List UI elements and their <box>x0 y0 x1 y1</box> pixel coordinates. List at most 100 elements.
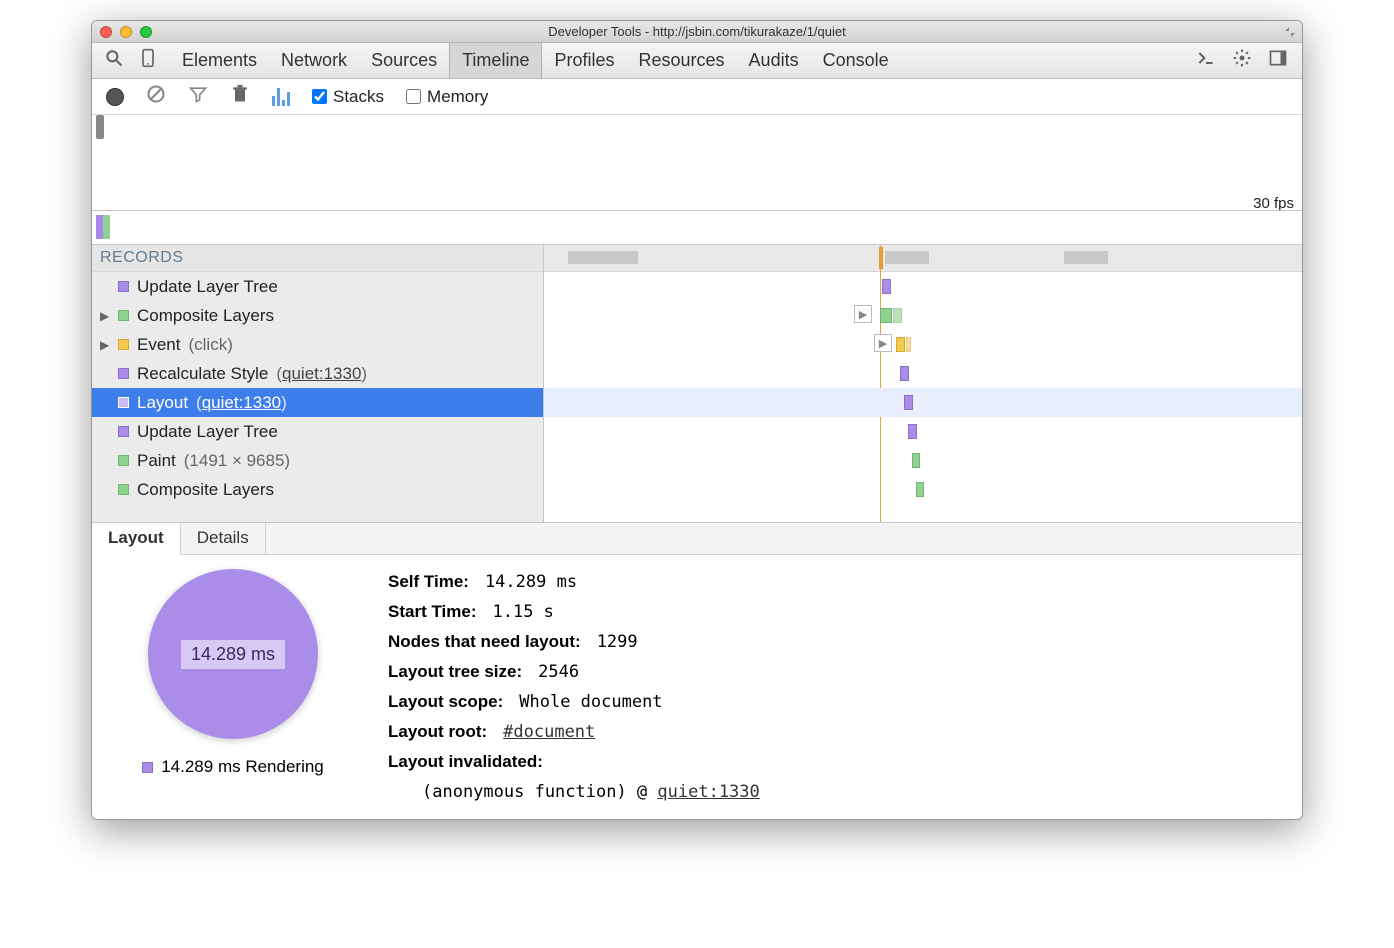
filter-icon[interactable] <box>188 84 208 109</box>
record-extra: (quiet:1330) <box>196 393 287 413</box>
timeline-overview[interactable]: 30 fps <box>92 115 1302 245</box>
detail-pane: Layout Details 14.289 ms 14.289 ms Rende… <box>92 523 1302 819</box>
detail-label: Start Time: <box>388 597 477 627</box>
console-drawer-icon[interactable] <box>1196 48 1216 73</box>
record-extra: (click) <box>188 335 232 355</box>
detail-value: 2546 <box>538 657 579 687</box>
layout-root-link[interactable]: #document <box>503 722 595 742</box>
record-label: Update Layer Tree <box>137 422 278 442</box>
tab-elements[interactable]: Elements <box>170 43 269 78</box>
detail-tab-details[interactable]: Details <box>181 523 266 554</box>
category-swatch <box>118 368 129 379</box>
detail-value: Whole document <box>519 687 662 717</box>
record-row[interactable]: Composite Layers <box>92 475 543 504</box>
pie-chart: 14.289 ms <box>148 569 318 739</box>
record-row[interactable]: Recalculate Style (quiet:1330) <box>92 359 543 388</box>
record-extra: (1491 × 9685) <box>184 451 290 471</box>
memory-label: Memory <box>427 87 488 107</box>
tab-timeline[interactable]: Timeline <box>449 43 542 78</box>
category-swatch <box>118 310 129 321</box>
tab-console[interactable]: Console <box>811 43 901 78</box>
category-swatch <box>118 339 129 350</box>
source-link[interactable]: quiet:1330 <box>202 393 281 412</box>
maximize-window-button[interactable] <box>140 26 152 38</box>
detail-value: 14.289 ms <box>485 567 577 597</box>
detail-value: 1299 <box>597 627 638 657</box>
main-tabs: Elements Network Sources Timeline Profil… <box>92 43 1302 79</box>
frames-view-icon[interactable] <box>272 88 290 106</box>
memory-checkbox[interactable]: Memory <box>406 87 488 107</box>
disclosure-icon[interactable]: ▶ <box>100 309 110 323</box>
memory-checkbox-input[interactable] <box>406 89 421 104</box>
expand-icon[interactable] <box>1284 26 1296 38</box>
tab-resources[interactable]: Resources <box>627 43 737 78</box>
search-icon[interactable] <box>104 48 124 73</box>
stacks-checkbox-input[interactable] <box>312 89 327 104</box>
detail-tabs: Layout Details <box>92 523 1302 555</box>
settings-gear-icon[interactable] <box>1232 48 1252 73</box>
source-link[interactable]: quiet:1330 <box>282 364 361 383</box>
pie-legend: 14.289 ms Rendering <box>142 757 324 777</box>
category-swatch <box>118 397 129 408</box>
timeline-chart[interactable]: ▶ ▶ <box>544 245 1302 522</box>
record-extra: (quiet:1330) <box>276 364 367 384</box>
category-swatch <box>118 484 129 495</box>
timeline-toolbar: Stacks Memory <box>92 79 1302 115</box>
tab-profiles[interactable]: Profiles <box>542 43 626 78</box>
titlebar: Developer Tools - http://jsbin.com/tikur… <box>92 21 1302 43</box>
tab-audits[interactable]: Audits <box>737 43 811 78</box>
invalidated-link[interactable]: quiet:1330 <box>657 782 759 802</box>
detail-value: (anonymous function) @ quiet:1330 <box>422 777 760 807</box>
pie-value: 14.289 ms <box>181 640 285 669</box>
record-label: Composite Layers <box>137 480 274 500</box>
timeline-ruler <box>544 245 1302 272</box>
record-label: Layout <box>137 393 188 413</box>
record-row[interactable]: Update Layer Tree <box>92 272 543 301</box>
traffic-lights <box>92 26 152 38</box>
record-row[interactable]: Update Layer Tree <box>92 417 543 446</box>
detail-label: Self Time: <box>388 567 469 597</box>
detail-label: Layout scope: <box>388 687 503 717</box>
record-row[interactable]: Paint (1491 × 9685) <box>92 446 543 475</box>
record-row[interactable]: ▶ Composite Layers <box>92 301 543 330</box>
devtools-window: Developer Tools - http://jsbin.com/tikur… <box>91 20 1303 820</box>
category-swatch <box>118 281 129 292</box>
detail-label: Layout tree size: <box>388 657 522 687</box>
expand-chevron-icon[interactable]: ▶ <box>854 305 872 323</box>
legend-swatch <box>142 762 153 773</box>
detail-tab-layout[interactable]: Layout <box>92 523 181 555</box>
record-row[interactable]: ▶ Event (click) <box>92 330 543 359</box>
record-button[interactable] <box>106 88 124 106</box>
record-label: Composite Layers <box>137 306 274 326</box>
record-label: Recalculate Style <box>137 364 268 384</box>
detail-value: 1.15 s <box>493 597 554 627</box>
records-list: RECORDS Update Layer Tree ▶ Composite La… <box>92 245 544 522</box>
tab-network[interactable]: Network <box>269 43 359 78</box>
stacks-checkbox[interactable]: Stacks <box>312 87 384 107</box>
disclosure-icon[interactable]: ▶ <box>100 338 110 352</box>
detail-label: Layout root: <box>388 717 487 747</box>
detail-value: #document <box>503 717 595 747</box>
detail-label: Nodes that need layout: <box>388 627 581 657</box>
window-title: Developer Tools - http://jsbin.com/tikur… <box>92 24 1302 39</box>
overview-marker[interactable] <box>96 115 104 139</box>
records-area: RECORDS Update Layer Tree ▶ Composite La… <box>92 245 1302 523</box>
garbage-icon[interactable] <box>230 84 250 109</box>
tab-sources[interactable]: Sources <box>359 43 449 78</box>
overview-bars <box>96 215 110 239</box>
record-label: Update Layer Tree <box>137 277 278 297</box>
detail-label: Layout invalidated: <box>388 747 543 777</box>
close-window-button[interactable] <box>100 26 112 38</box>
overview-divider <box>92 210 1302 211</box>
record-row-selected[interactable]: Layout (quiet:1330) <box>92 388 543 417</box>
minimize-window-button[interactable] <box>120 26 132 38</box>
category-swatch <box>118 426 129 437</box>
device-icon[interactable] <box>138 48 158 73</box>
clear-circle-icon[interactable] <box>146 84 166 109</box>
dock-icon[interactable] <box>1268 48 1288 73</box>
expand-chevron-icon[interactable]: ▶ <box>874 334 892 352</box>
category-swatch <box>118 455 129 466</box>
pie-chart-container: 14.289 ms 14.289 ms Rendering <box>108 567 358 809</box>
record-label: Paint <box>137 451 176 471</box>
legend-text: 14.289 ms Rendering <box>161 757 324 777</box>
